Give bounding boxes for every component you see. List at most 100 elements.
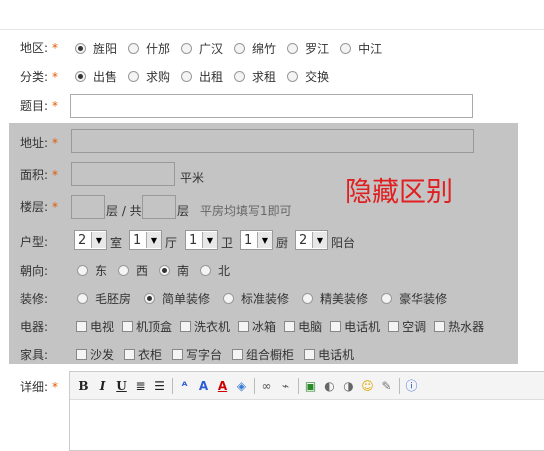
radio[interactable] <box>118 265 130 276</box>
checkbox[interactable] <box>388 321 400 332</box>
font-size-icon[interactable]: A <box>196 378 211 394</box>
orientation-option-west[interactable]: 西 <box>118 262 148 279</box>
decoration-option-rough[interactable]: 毛胚房 <box>77 290 131 307</box>
radio-selected[interactable] <box>144 293 156 304</box>
checkbox[interactable] <box>434 321 446 332</box>
orientation-option-north[interactable]: 北 <box>200 262 230 279</box>
radio[interactable] <box>302 293 314 304</box>
align-icon[interactable]: ≣ <box>133 378 148 394</box>
italic-icon[interactable]: I <box>95 378 110 394</box>
radio[interactable] <box>77 265 88 276</box>
balconies-select[interactable]: 2 ▼ <box>295 230 328 250</box>
checkbox[interactable] <box>180 321 192 332</box>
radio[interactable] <box>128 71 140 82</box>
district-option-luojiang[interactable]: 罗江 <box>287 40 329 57</box>
underline-icon[interactable]: U <box>114 378 129 394</box>
category-option-rent[interactable]: 求租 <box>234 68 276 85</box>
radio[interactable] <box>200 265 212 276</box>
appliance-computer[interactable]: 电脑 <box>284 318 322 335</box>
floor-input[interactable] <box>71 195 105 219</box>
address-label: 地址: * <box>20 136 59 150</box>
checkbox[interactable] <box>232 349 244 360</box>
radio[interactable] <box>234 43 246 54</box>
radio[interactable] <box>234 71 246 82</box>
checkbox[interactable] <box>76 321 87 332</box>
furniture-desk[interactable]: 写字台 <box>172 346 222 363</box>
edit-icon[interactable]: ✎ <box>379 378 394 394</box>
furniture-wardrobe[interactable]: 衣柜 <box>124 346 162 363</box>
district-option-mianzhu[interactable]: 绵竹 <box>234 40 276 57</box>
info-icon[interactable]: ⓘ <box>404 378 419 394</box>
district-option-zhongjiang[interactable]: 中江 <box>340 40 382 57</box>
flash-icon[interactable]: ◐ <box>322 378 337 394</box>
details-editor[interactable]: B I U ≣ ☰ ᴬ A A ◈ ∞ ⌁ ▣ ◐ ◑ ☺ ✎ ⓘ <box>69 371 544 451</box>
checkbox[interactable] <box>284 321 296 332</box>
area-input[interactable] <box>71 162 175 186</box>
dropdown-arrow-icon: ▼ <box>312 232 327 248</box>
checkbox[interactable] <box>304 349 316 360</box>
radio[interactable] <box>77 293 88 304</box>
category-option-exchange[interactable]: 交换 <box>287 68 329 85</box>
highlight-icon[interactable]: ◈ <box>234 378 249 394</box>
checkbox[interactable] <box>124 349 136 360</box>
category-option-buy[interactable]: 求购 <box>128 68 170 85</box>
checkbox[interactable] <box>76 349 87 360</box>
decoration-option-fine[interactable]: 精美装修 <box>302 290 368 307</box>
district-option-guanghan[interactable]: 广汉 <box>181 40 223 57</box>
checkbox[interactable] <box>122 321 134 332</box>
orientation-option-south[interactable]: 南 <box>159 262 189 279</box>
furniture-sofa[interactable]: 沙发 <box>76 346 114 363</box>
font-family-icon[interactable]: ᴬ <box>177 378 192 394</box>
radio-selected[interactable] <box>75 43 86 54</box>
total-floor-unit: 层 <box>177 204 190 218</box>
radio[interactable] <box>287 43 299 54</box>
radio-selected[interactable] <box>159 265 171 276</box>
appliance-water-heater[interactable]: 热水器 <box>434 318 484 335</box>
baths-select[interactable]: 1 ▼ <box>185 230 218 250</box>
radio[interactable] <box>181 71 193 82</box>
furniture-cabinet[interactable]: 组合橱柜 <box>232 346 294 363</box>
appliances-options: 电视 机顶盒 洗衣机 冰箱 电脑 电话机 空调 热水器 <box>76 318 484 335</box>
radio-selected[interactable] <box>75 71 86 82</box>
unlink-icon[interactable]: ⌁ <box>278 378 293 394</box>
kitchens-select[interactable]: 1 ▼ <box>240 230 273 250</box>
font-color-icon[interactable]: A <box>215 378 230 394</box>
emoticon-icon[interactable]: ☺ <box>360 378 375 394</box>
link-icon[interactable]: ∞ <box>259 378 274 394</box>
appliance-phone[interactable]: 电话机 <box>330 318 380 335</box>
total-floor-input[interactable] <box>142 195 176 219</box>
halls-select[interactable]: 1 ▼ <box>129 230 162 250</box>
bold-icon[interactable]: B <box>76 378 91 394</box>
media-icon[interactable]: ◑ <box>341 378 356 394</box>
checkbox[interactable] <box>172 349 184 360</box>
district-option-shifang[interactable]: 什邡 <box>128 40 170 57</box>
category-option-sell[interactable]: 出售 <box>75 68 117 85</box>
area-label: 面积: * <box>20 168 59 182</box>
list-icon[interactable]: ☰ <box>152 378 167 394</box>
dropdown-arrow-icon: ▼ <box>146 232 161 248</box>
rooms-select[interactable]: 2 ▼ <box>74 230 107 250</box>
furniture-phone[interactable]: 电话机 <box>304 346 354 363</box>
category-option-rent-out[interactable]: 出租 <box>181 68 223 85</box>
decoration-option-standard[interactable]: 标准装修 <box>223 290 289 307</box>
appliance-ac[interactable]: 空调 <box>388 318 426 335</box>
radio[interactable] <box>381 293 393 304</box>
radio[interactable] <box>223 293 235 304</box>
radio[interactable] <box>128 43 140 54</box>
decoration-option-simple[interactable]: 简单装修 <box>144 290 210 307</box>
appliance-settop-box[interactable]: 机顶盒 <box>122 318 172 335</box>
appliance-fridge[interactable]: 冰箱 <box>238 318 276 335</box>
image-icon[interactable]: ▣ <box>303 378 318 394</box>
orientation-option-east[interactable]: 东 <box>77 262 107 279</box>
address-input[interactable] <box>71 129 474 153</box>
radio[interactable] <box>287 71 299 82</box>
radio[interactable] <box>181 43 193 54</box>
subject-input[interactable] <box>70 94 473 118</box>
appliance-washer[interactable]: 洗衣机 <box>180 318 230 335</box>
checkbox[interactable] <box>238 321 250 332</box>
decoration-option-luxury[interactable]: 豪华装修 <box>381 290 447 307</box>
radio[interactable] <box>340 43 352 54</box>
appliance-tv[interactable]: 电视 <box>76 318 114 335</box>
district-option-jingyang[interactable]: 旌阳 <box>75 40 117 57</box>
checkbox[interactable] <box>330 321 342 332</box>
